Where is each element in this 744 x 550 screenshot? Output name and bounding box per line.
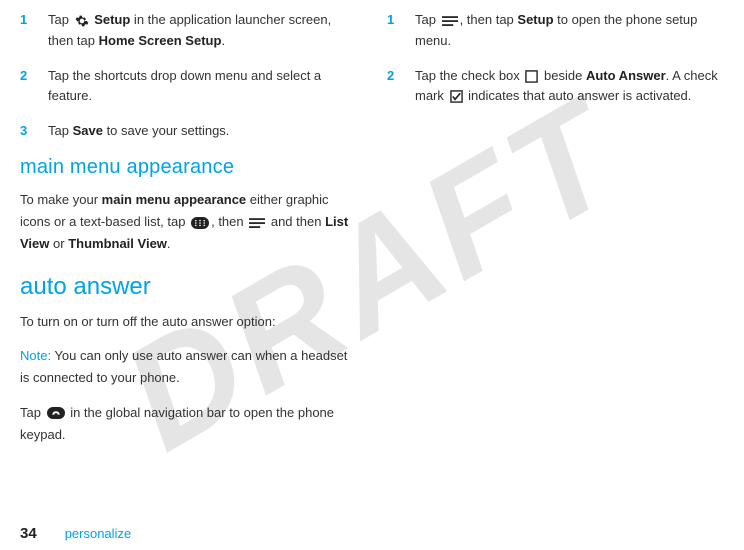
grid-icon bbox=[191, 217, 209, 229]
paragraph: To make your main menu appearance either… bbox=[20, 189, 357, 255]
heading-main-menu-appearance: main menu appearance bbox=[20, 156, 357, 179]
text: To make your bbox=[20, 192, 102, 207]
paragraph: Tap in the global navigation bar to open… bbox=[20, 402, 357, 446]
paragraph: To turn on or turn off the auto answer o… bbox=[20, 311, 357, 333]
step-body: Tap the shortcuts drop down menu and sel… bbox=[48, 66, 357, 108]
section-name: personalize bbox=[65, 526, 132, 541]
text: You can only use auto answer can when a … bbox=[20, 348, 347, 385]
page-number: 34 bbox=[20, 525, 37, 542]
text: beside bbox=[540, 68, 586, 83]
step-item: 2 Tap the shortcuts drop down menu and s… bbox=[20, 66, 357, 108]
left-column: 1 Tap Setup in the application launcher … bbox=[20, 10, 357, 506]
bold-text: Thumbnail View bbox=[68, 236, 167, 251]
text: Tap the check box bbox=[415, 68, 523, 83]
step-item: 2 Tap the check box beside Auto Answer. … bbox=[387, 66, 724, 108]
text: Tap bbox=[415, 12, 440, 27]
bold-text: Setup bbox=[517, 12, 553, 27]
menu-icon bbox=[249, 217, 265, 229]
bold-text: Auto Answer bbox=[586, 68, 666, 83]
page-footer: 34 personalize bbox=[20, 525, 131, 542]
page-content: 1 Tap Setup in the application launcher … bbox=[0, 0, 744, 522]
step-number: 3 bbox=[20, 121, 48, 142]
heading-auto-answer: auto answer bbox=[20, 273, 357, 301]
phone-icon bbox=[47, 407, 65, 419]
step-number: 2 bbox=[387, 66, 415, 108]
text: and then bbox=[267, 214, 325, 229]
bold-text: Setup bbox=[91, 12, 131, 27]
checkbox-checked-icon bbox=[450, 90, 463, 103]
text: Tap bbox=[48, 12, 73, 27]
note-label: Note: bbox=[20, 348, 51, 363]
step-body: Tap Save to save your settings. bbox=[48, 121, 357, 142]
step-body: Tap the check box beside Auto Answer. A … bbox=[415, 66, 724, 108]
text: indicates that auto answer is activated. bbox=[465, 88, 692, 103]
menu-icon bbox=[442, 15, 458, 27]
right-column: 1 Tap , then tap Setup to open the phone… bbox=[387, 10, 724, 506]
bold-text: Home Screen Setup bbox=[99, 33, 222, 48]
bold-text: main menu appearance bbox=[102, 192, 247, 207]
step-body: Tap , then tap Setup to open the phone s… bbox=[415, 10, 724, 52]
step-number: 1 bbox=[387, 10, 415, 52]
step-body: Tap Setup in the application launcher sc… bbox=[48, 10, 357, 52]
text: to save your settings. bbox=[103, 123, 229, 138]
text: , then bbox=[211, 214, 247, 229]
step-number: 2 bbox=[20, 66, 48, 108]
bold-text: Save bbox=[73, 123, 103, 138]
step-item: 1 Tap , then tap Setup to open the phone… bbox=[387, 10, 724, 52]
step-number: 1 bbox=[20, 10, 48, 52]
text: Tap bbox=[20, 405, 45, 420]
text: or bbox=[49, 236, 68, 251]
step-item: 3 Tap Save to save your settings. bbox=[20, 121, 357, 142]
text: . bbox=[221, 33, 225, 48]
note-paragraph: Note: You can only use auto answer can w… bbox=[20, 345, 357, 389]
checkbox-empty-icon bbox=[525, 70, 538, 83]
step-item: 1 Tap Setup in the application launcher … bbox=[20, 10, 357, 52]
text: Tap bbox=[48, 123, 73, 138]
text: in the global navigation bar to open the… bbox=[20, 405, 334, 442]
text: . bbox=[167, 236, 171, 251]
gear-icon bbox=[75, 14, 89, 28]
text: , then tap bbox=[460, 12, 518, 27]
